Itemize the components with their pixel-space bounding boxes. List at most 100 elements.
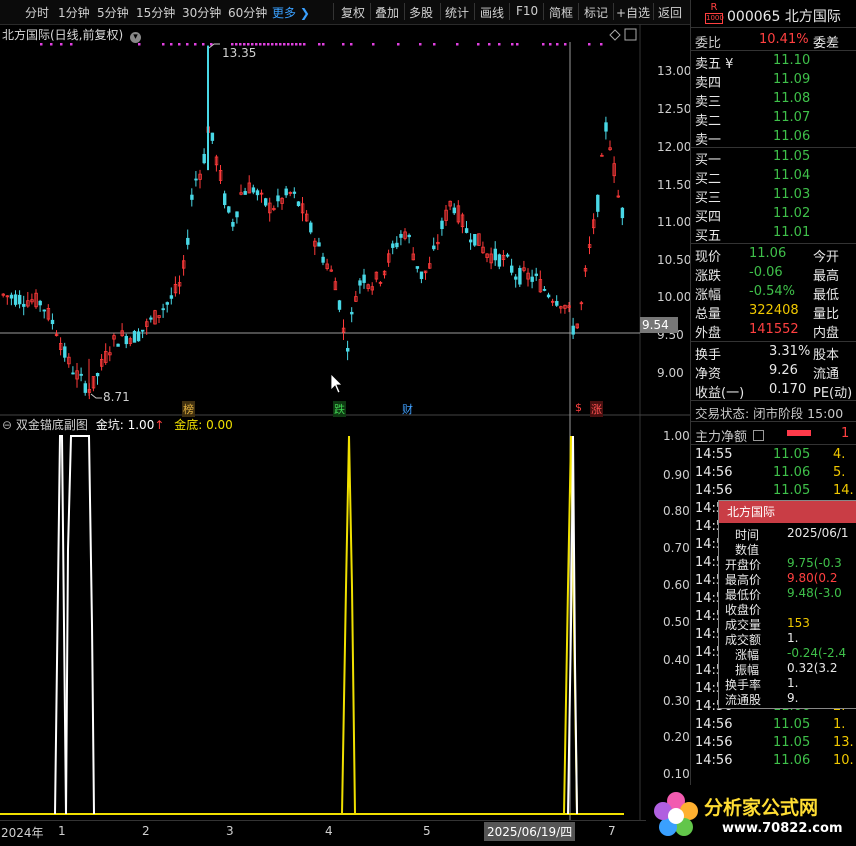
- ask-label: 卖二: [695, 114, 722, 129]
- tab-1min[interactable]: 1分钟: [58, 4, 90, 21]
- list-icon[interactable]: [753, 430, 765, 441]
- main-force-row[interactable]: 主力净额: [695, 426, 765, 445]
- marker-die[interactable]: 跌: [333, 401, 346, 417]
- duogu-button[interactable]: 多股: [409, 4, 433, 21]
- candle-body: [571, 325, 575, 335]
- candle-body: [79, 373, 83, 376]
- tick-price: 11.06: [773, 465, 811, 480]
- candle-body: [202, 153, 206, 164]
- tooltip-value: -0.24(-2.4: [787, 646, 847, 660]
- candle-body: [149, 317, 153, 320]
- chevron-down-icon[interactable]: ▾: [130, 32, 142, 43]
- candle-body: [124, 335, 128, 345]
- more-button[interactable]: 更多 ❯: [272, 4, 310, 21]
- tick-time: 14:56: [695, 717, 733, 732]
- tab-fenshi[interactable]: 分时: [25, 4, 49, 21]
- up-arrow-icon: ↑: [154, 418, 165, 432]
- ask-label: 卖四: [695, 76, 722, 91]
- huaxian-button[interactable]: 画线: [480, 4, 504, 21]
- candle-body: [50, 319, 55, 325]
- candle-body: [452, 207, 456, 214]
- signal-dot: [556, 43, 559, 46]
- marker-dollar[interactable]: $: [575, 401, 582, 414]
- stat-label: 涨跌: [695, 269, 722, 284]
- jinkeng-label: 金坑:: [95, 418, 124, 432]
- tooltip-value: 1.: [787, 676, 799, 690]
- tab-15min[interactable]: 15分钟: [136, 4, 175, 21]
- candle-body: [497, 254, 502, 267]
- tooltip-value: 9.80(0.2: [787, 571, 838, 585]
- candle-body: [243, 191, 247, 195]
- stat-label: 收益(一): [695, 386, 745, 401]
- stat-value: 0.170: [769, 382, 807, 397]
- candle-body: [546, 294, 551, 298]
- marker-bang[interactable]: 榜: [182, 401, 195, 417]
- candle-body: [276, 195, 280, 202]
- signal-dot: [263, 43, 266, 46]
- diamond-icon[interactable]: [609, 29, 621, 41]
- signal-dot: [50, 43, 53, 46]
- f10-button[interactable]: F10: [516, 4, 538, 18]
- candle-body: [17, 294, 22, 305]
- tick-row: 14:56: [695, 483, 732, 498]
- tick-volume: 4.: [833, 447, 846, 462]
- signal-dot: [162, 43, 165, 46]
- candle-body: [493, 248, 497, 261]
- stock-badge: R 1000: [705, 3, 724, 25]
- candle-body: [505, 254, 510, 257]
- bid-label: 买二: [695, 172, 722, 187]
- tooltip-value: 9.75(-0.3: [787, 556, 842, 570]
- window-icon[interactable]: [624, 28, 637, 41]
- date-tick: 7: [608, 824, 616, 838]
- tick-price: 11.05: [773, 717, 811, 732]
- signal-dot: [267, 43, 270, 46]
- signal-dot: [397, 43, 400, 46]
- tick-price: 11.05: [773, 483, 811, 498]
- indicator-toggle-icon[interactable]: ⊖: [2, 418, 12, 432]
- tick-row: 14:56: [695, 753, 732, 768]
- tooltip-label: 流通股: [725, 693, 762, 707]
- tongji-button[interactable]: 统计: [445, 4, 469, 21]
- ask-price: 11.09: [773, 72, 811, 87]
- marker-zhang[interactable]: 涨: [590, 401, 603, 417]
- diejia-button[interactable]: 叠加: [375, 4, 399, 21]
- signal-dot: [456, 43, 459, 46]
- tick-volume: 14.: [833, 483, 854, 498]
- ask-label: 卖五 ¥: [695, 57, 734, 72]
- bid-price: 11.03: [773, 187, 811, 202]
- tooltip-value: 2025/06/1: [787, 526, 849, 540]
- jindi-value: 0.00: [206, 418, 233, 432]
- stat-label2: 内盘: [813, 326, 840, 341]
- candle-body: [38, 300, 42, 306]
- signal-dot: [600, 43, 603, 46]
- stat-value: 141552: [749, 322, 799, 337]
- candle-body: [350, 311, 354, 315]
- stat-label2: 量比: [813, 307, 840, 322]
- marker-cai[interactable]: 财: [402, 401, 413, 417]
- bid-price: 11.02: [773, 206, 811, 221]
- candle-body: [391, 243, 395, 248]
- stat-label: 涨幅: [695, 288, 722, 303]
- biaoji-button[interactable]: 标记: [584, 4, 608, 21]
- jiankuang-button[interactable]: 简框: [549, 4, 573, 21]
- candle-body: [337, 300, 342, 310]
- candle-body: [432, 245, 436, 250]
- tab-30min[interactable]: 30分钟: [182, 4, 221, 21]
- back-button[interactable]: 返回: [658, 4, 682, 21]
- stat-value: -0.06: [749, 265, 783, 280]
- signal-dot: [549, 43, 552, 46]
- candle-body: [534, 273, 538, 276]
- signal-dot: [170, 43, 173, 46]
- candle-body: [63, 346, 67, 358]
- tick-volume: 13.: [833, 735, 854, 750]
- fuquan-button[interactable]: 复权: [341, 4, 365, 21]
- tab-5min[interactable]: 5分钟: [97, 4, 129, 21]
- main-force-bar: [787, 430, 811, 436]
- signal-dots: [40, 43, 603, 46]
- tab-60min[interactable]: 60分钟: [228, 4, 267, 21]
- indicator-name[interactable]: 双金锚底副图: [16, 418, 88, 432]
- jinkeng-value: 1.00: [127, 418, 155, 432]
- bid-price: 11.04: [773, 168, 811, 183]
- signal-dot: [564, 43, 567, 46]
- add-watchlist-button[interactable]: +自选: [616, 4, 650, 21]
